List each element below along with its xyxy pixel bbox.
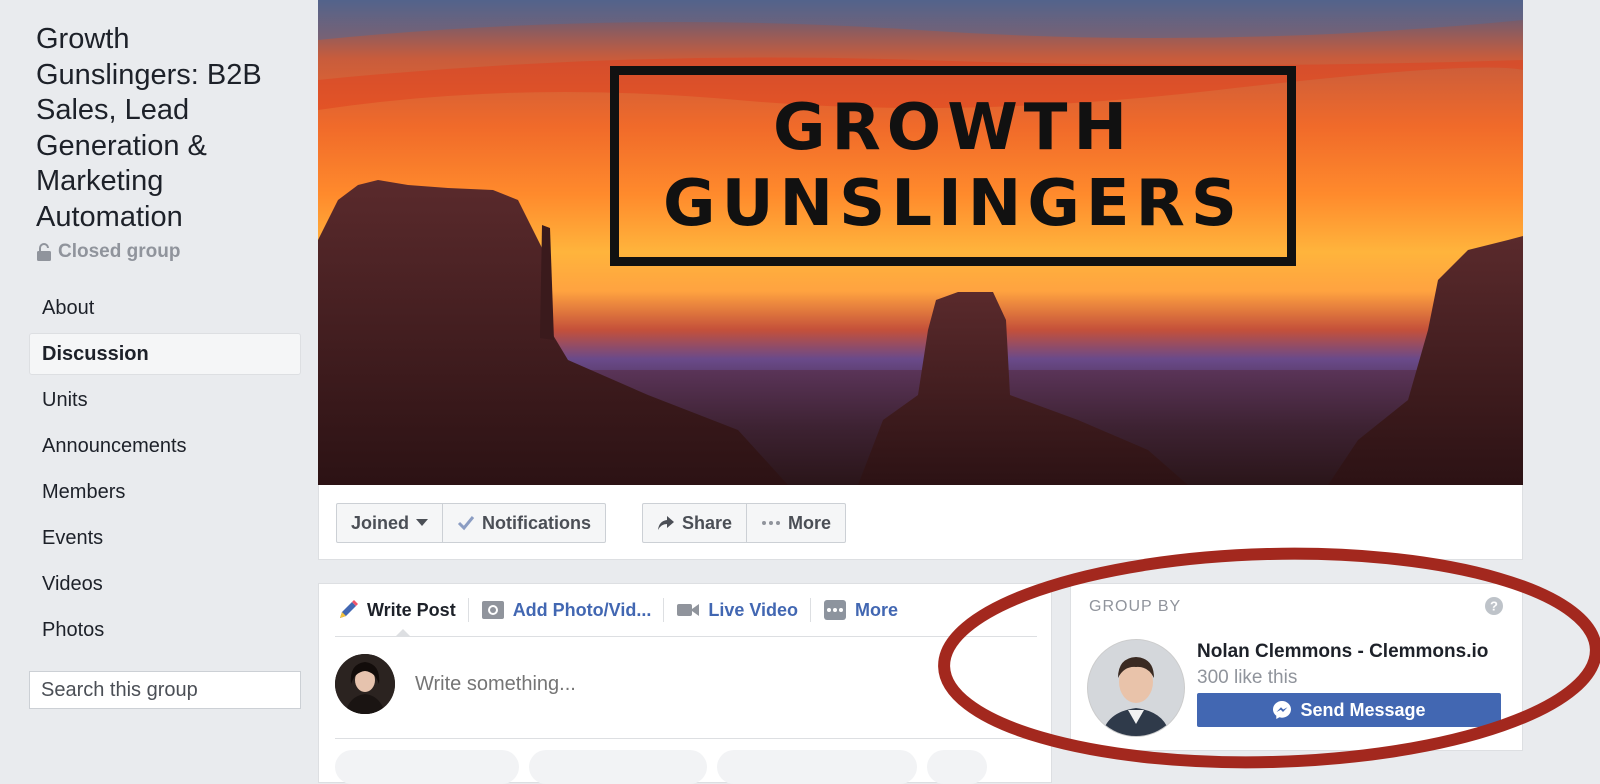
nav-item-events[interactable]: Events <box>29 517 301 559</box>
send-message-button[interactable]: Send Message <box>1197 693 1501 727</box>
nav-item-members[interactable]: Members <box>29 471 301 513</box>
search-input[interactable] <box>41 678 306 702</box>
ellipsis-icon <box>762 521 781 525</box>
cover-photo[interactable]: GROWTH GUNSLINGERS <box>318 0 1523 485</box>
group-title[interactable]: Growth Gunslingers: B2B Sales, Lead Gene… <box>36 22 296 235</box>
checkmark-icon <box>457 516 475 531</box>
share-more-buttons: Share More <box>642 503 847 543</box>
messenger-icon <box>1273 701 1292 719</box>
notifications-label: Notifications <box>482 512 592 533</box>
composer-option[interactable] <box>927 750 987 784</box>
nav-item-videos[interactable]: Videos <box>29 563 301 605</box>
nav-item-units[interactable]: Units <box>29 379 301 421</box>
owner-avatar[interactable] <box>1087 639 1185 737</box>
lock-icon <box>37 243 51 261</box>
nav-item-discussion[interactable]: Discussion <box>29 333 301 375</box>
tab-more-label: More <box>855 599 899 620</box>
nav-item-photos[interactable]: Photos <box>29 609 301 651</box>
membership-buttons: Joined Notifications <box>336 503 607 543</box>
owner-likes: 300 like this <box>1197 667 1298 688</box>
group-by-card: GROUP BY ? Nolan Clemmons - Clemmons.io … <box>1070 583 1523 751</box>
nav-item-about[interactable]: About <box>29 287 301 329</box>
tab-write-post-label: Write Post <box>367 599 456 620</box>
group-search <box>29 671 306 709</box>
caret-down-icon <box>416 519 429 526</box>
avatar <box>335 654 395 714</box>
post-composer: Write Post Add Photo/Vid... Live Video M… <box>318 583 1052 784</box>
tab-live-video[interactable]: Live Video <box>664 584 810 636</box>
tab-write-post[interactable]: Write Post <box>335 584 468 637</box>
owner-name[interactable]: Nolan Clemmons - Clemmons.io <box>1197 641 1488 663</box>
tab-add-photo-video[interactable]: Add Photo/Vid... <box>469 584 664 636</box>
share-arrow-icon <box>658 516 674 530</box>
joined-button[interactable]: Joined <box>336 503 444 543</box>
joined-label: Joined <box>351 512 410 533</box>
notifications-button[interactable]: Notifications <box>443 503 607 543</box>
group-by-title: GROUP BY <box>1089 598 1182 615</box>
group-action-bar: Joined Notifications Share More <box>318 485 1523 560</box>
tab-more[interactable]: More <box>811 584 910 636</box>
video-camera-icon <box>677 604 700 616</box>
tab-add-photo-video-label: Add Photo/Vid... <box>512 599 652 620</box>
cover-logo-line1: GROWTH <box>772 91 1134 165</box>
photo-icon <box>481 601 504 619</box>
user-photo-icon <box>335 654 395 714</box>
cover-logo: GROWTH GUNSLINGERS <box>610 66 1296 266</box>
composer-option[interactable] <box>335 750 519 784</box>
share-button[interactable]: Share <box>642 503 748 543</box>
composer-option[interactable] <box>717 750 917 784</box>
composer-tabs: Write Post Add Photo/Vid... Live Video M… <box>335 584 1037 637</box>
privacy-status: Closed group <box>36 240 180 264</box>
help-icon[interactable]: ? <box>1484 596 1504 616</box>
owner-photo-icon <box>1088 640 1184 736</box>
svg-text:?: ? <box>1490 599 1498 614</box>
nav-item-announcements[interactable]: Announcements <box>29 425 301 467</box>
privacy-label: Closed group <box>58 241 181 262</box>
share-label: Share <box>682 512 733 533</box>
composer-body <box>335 654 977 714</box>
cover-logo-line2: GUNSLINGERS <box>663 167 1243 241</box>
composer-option[interactable] <box>529 750 707 784</box>
more-button[interactable]: More <box>747 503 847 543</box>
more-label: More <box>788 512 832 533</box>
write-post-input[interactable] <box>413 671 977 697</box>
pencil-icon <box>340 600 358 618</box>
group-nav: About Discussion Units Announcements Mem… <box>29 287 301 655</box>
tab-live-video-label: Live Video <box>708 599 799 620</box>
send-message-label: Send Message <box>1300 699 1426 720</box>
more-dots-icon <box>824 600 847 620</box>
composer-divider <box>335 738 1037 739</box>
